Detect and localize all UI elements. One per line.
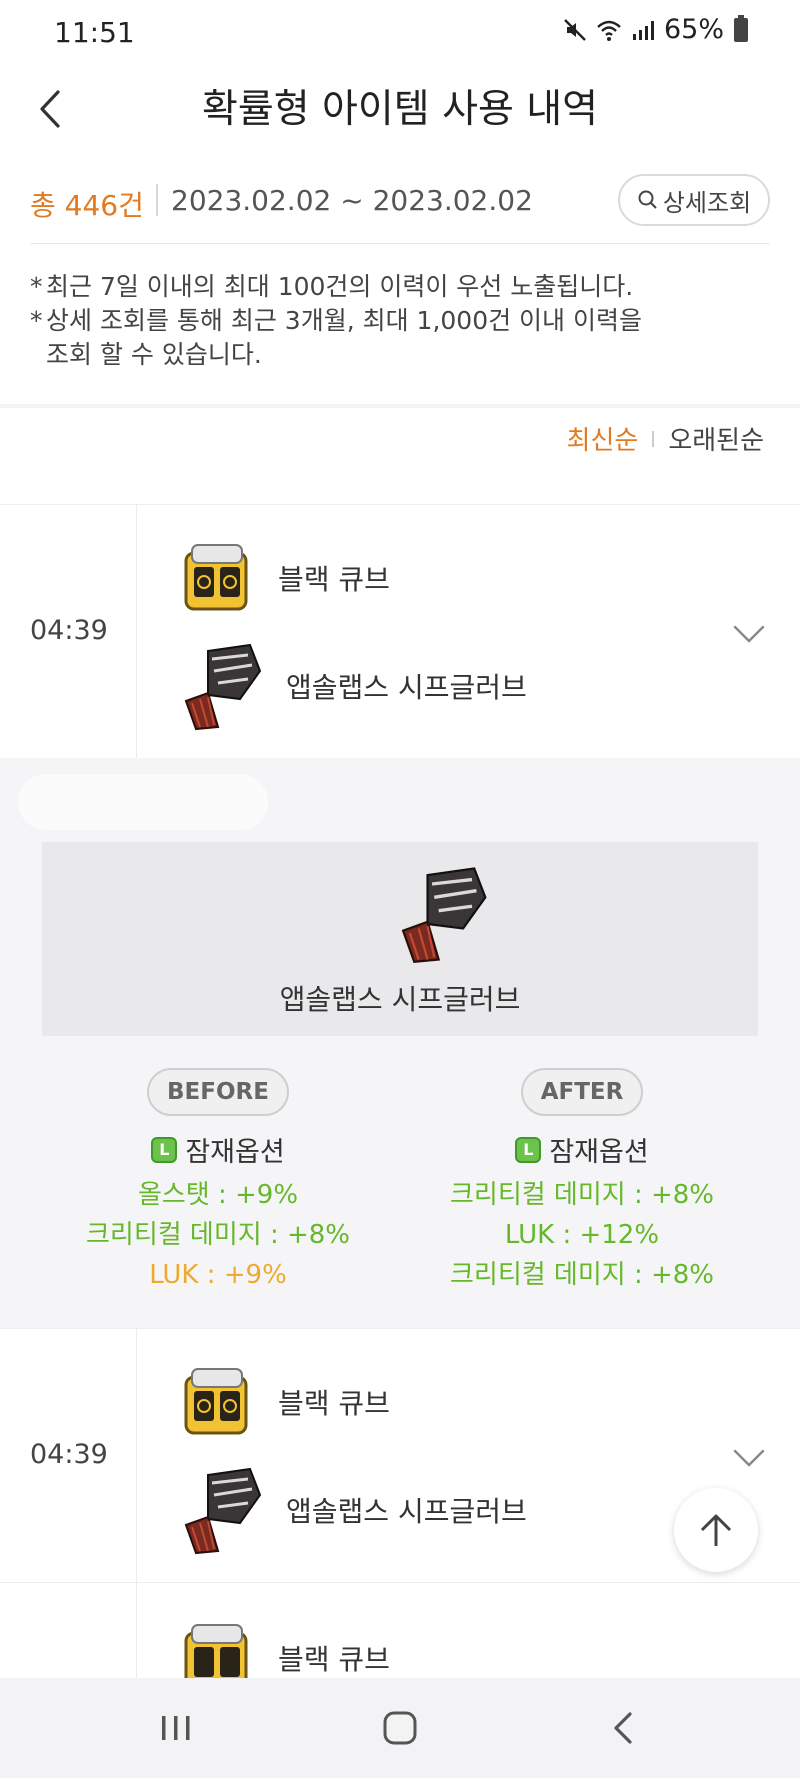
notice-line: * 상세 조회를 통해 최근 3개월, 최대 1,000건 이내 이력을 (30, 306, 642, 335)
nav-back-icon[interactable] (604, 1708, 644, 1748)
legendary-icon: L (151, 1136, 178, 1163)
date-range: 2023.02.02 ~ 2023.02.02 (171, 184, 533, 217)
item-name: 앱솔랩스 시프글러브 (286, 1495, 527, 1528)
option-line: 크리티컬 데미지 : +8% (85, 1220, 351, 1250)
sort-newest[interactable]: 최신순 (567, 420, 639, 457)
glove-icon (401, 867, 487, 963)
cube-name: 블랙 큐브 (278, 563, 390, 596)
signal-icon (632, 20, 654, 40)
black-cube-icon (184, 1624, 248, 1678)
chevron-down-icon[interactable] (732, 623, 766, 645)
option-line: LUK : +12% (504, 1220, 660, 1250)
home-icon[interactable] (380, 1708, 420, 1748)
option-list: 크리티컬 데미지 : +8% LUK : +12% 크리티컬 데미지 : +8% (412, 1175, 752, 1295)
before-badge: BEFORE (147, 1068, 289, 1116)
record-time: 04:39 (30, 615, 108, 646)
status-bar: 11:51 65% (0, 0, 800, 64)
page-title: 확률형 아이템 사용 내역 (202, 87, 598, 132)
status-time: 11:51 (54, 16, 135, 49)
glove-icon (184, 1467, 262, 1555)
total-count: 총 446건 (30, 189, 144, 222)
cube-line: 블랙 큐브 (178, 1363, 390, 1441)
summary-divider (156, 184, 158, 216)
scroll-to-top-button[interactable] (674, 1488, 758, 1572)
sort-options: 최신순 오래된순 (567, 420, 764, 457)
before-column: BEFORE L 잠재옵션 올스탯 : +9% 크리티컬 데미지 : +8% L… (48, 1068, 388, 1295)
record-time: 04:39 (30, 1439, 108, 1470)
list-item[interactable]: 블랙 큐브 (0, 1582, 800, 1678)
arrow-up-icon (700, 1514, 732, 1546)
item-preview: 앱솔랩스 시프글러브 (42, 842, 758, 1036)
option-line: 크리티컬 데미지 : +8% (449, 1260, 715, 1290)
after-column: AFTER L 잠재옵션 크리티컬 데미지 : +8% LUK : +12% 크… (412, 1068, 752, 1295)
option-line: 올스탯 : +9% (137, 1180, 299, 1210)
battery-icon (734, 14, 748, 42)
black-cube-icon (184, 1368, 248, 1435)
legendary-icon: L (515, 1136, 542, 1163)
notice-text: * 최근 7일 이내의 최대 100건의 이력이 우선 노출됩니다. * 상세 조회… (30, 270, 760, 372)
glove-icon (184, 643, 262, 731)
list-item[interactable]: 04:39 블랙 큐브 앱솔랩스 시프글러브 (0, 504, 800, 758)
blurred-area (18, 774, 268, 830)
potential-header: L 잠재옵션 (412, 1130, 752, 1169)
preview-item-name: 앱솔랩스 시프글러브 (279, 983, 521, 1016)
sort-divider (652, 430, 655, 447)
black-cube-icon (184, 544, 248, 611)
potential-title: 잠재옵션 (185, 1137, 285, 1168)
cube-line: 블랙 큐브 (178, 539, 390, 617)
wifi-icon (597, 20, 621, 41)
cube-line: 블랙 큐브 (178, 1619, 390, 1678)
option-line: LUK : +9% (149, 1260, 287, 1290)
cube-name: 블랙 큐브 (278, 1387, 390, 1420)
app-header: 확률형 아이템 사용 내역 (0, 64, 800, 154)
search-icon (638, 190, 657, 209)
expanded-detail: 앱솔랩스 시프글러브 BEFORE L 잠재옵션 올스탯 : +9% 크리티컬 … (0, 758, 800, 1328)
detail-search-label: 상세조회 (662, 188, 752, 217)
cube-name: 블랙 큐브 (278, 1643, 390, 1676)
system-nav-bar (0, 1678, 800, 1778)
item-line: 앱솔랩스 시프글러브 (178, 1465, 527, 1555)
detail-search-button[interactable]: 상세조회 (618, 174, 770, 226)
option-list: 올스탯 : +9% 크리티컬 데미지 : +8% LUK : +9% (48, 1175, 388, 1295)
mute-icon (564, 18, 586, 41)
notice-line: 조회 할 수 있습니다. (46, 340, 262, 369)
recent-apps-icon[interactable] (156, 1708, 196, 1748)
potential-title: 잠재옵션 (549, 1137, 649, 1168)
notice-line: * 최근 7일 이내의 최대 100건의 이력이 우선 노출됩니다. (30, 272, 634, 301)
chevron-down-icon[interactable] (732, 1447, 766, 1469)
option-line: 크리티컬 데미지 : +8% (449, 1180, 715, 1210)
summary-bar: 총 446건 2023.02.02 ~ 2023.02.02 상세조회 (30, 172, 770, 244)
after-badge: AFTER (520, 1068, 644, 1116)
item-name: 앱솔랩스 시프글러브 (286, 671, 527, 704)
potential-header: L 잠재옵션 (48, 1130, 388, 1169)
battery-percent: 65% (663, 14, 724, 45)
item-line: 앱솔랩스 시프글러브 (178, 641, 527, 731)
status-icons: 65% (562, 14, 748, 45)
section-divider (0, 404, 800, 408)
sort-oldest[interactable]: 오래된순 (668, 420, 764, 457)
